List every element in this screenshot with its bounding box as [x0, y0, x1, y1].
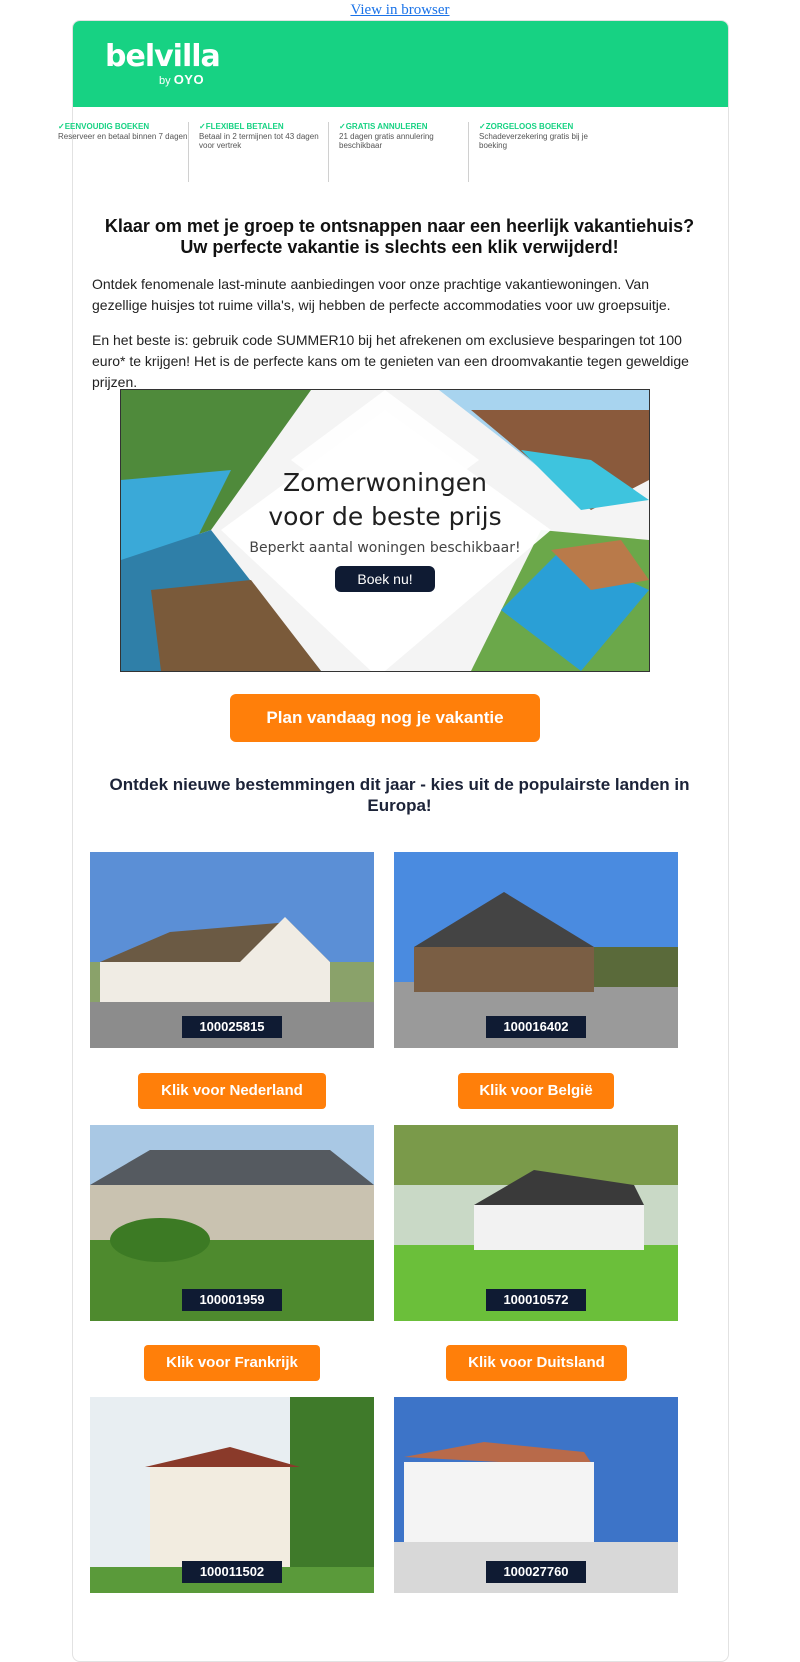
property-card[interactable]: 100025815 [90, 852, 374, 1048]
plan-vacation-button[interactable]: Plan vandaag nog je vakantie [230, 694, 540, 742]
france-button[interactable]: Klik voor Frankrijk [144, 1345, 320, 1381]
property-id: 100001959 [182, 1289, 282, 1311]
belgium-button[interactable]: Klik voor België [458, 1073, 614, 1109]
intro-paragraph: Ontdek fenomenale last-minute aanbieding… [92, 276, 671, 313]
promo-paragraph: En het beste is: gebruik code SUMMER10 b… [92, 332, 689, 390]
germany-button[interactable]: Klik voor Duitsland [446, 1345, 627, 1381]
content-column: Klaar om met je groep te ontsnappen naar… [72, 0, 727, 1633]
destinations-title: Ontdek nieuwe bestemmingen dit jaar - ki… [109, 775, 690, 815]
property-id: 100016402 [486, 1016, 586, 1038]
property-id: 100011502 [182, 1561, 282, 1583]
banner-text: Zomerwoningen voor de beste prijs Beperk… [121, 466, 649, 592]
property-card[interactable]: 100001959 [90, 1125, 374, 1321]
property-id: 100025815 [182, 1016, 282, 1038]
summer-banner[interactable]: Zomerwoningen voor de beste prijs Beperk… [120, 389, 650, 672]
property-card[interactable]: 100016402 [394, 852, 678, 1048]
property-card[interactable]: 100011502 [90, 1397, 374, 1593]
property-id: 100010572 [486, 1289, 586, 1311]
banner-headline-1: Zomerwoningen [283, 468, 487, 497]
book-now-button[interactable]: Boek nu! [335, 566, 435, 592]
banner-headline-2: voor de beste prijs [268, 502, 502, 531]
intro-title: Klaar om met je groep te ontsnappen naar… [104, 216, 695, 257]
property-card[interactable]: 100027760 [394, 1397, 678, 1593]
banner-subline: Beperkt aantal woningen beschikbaar! [249, 540, 521, 556]
property-id: 100027760 [486, 1561, 586, 1583]
netherlands-button[interactable]: Klik voor Nederland [138, 1073, 326, 1109]
property-card[interactable]: 100010572 [394, 1125, 678, 1321]
